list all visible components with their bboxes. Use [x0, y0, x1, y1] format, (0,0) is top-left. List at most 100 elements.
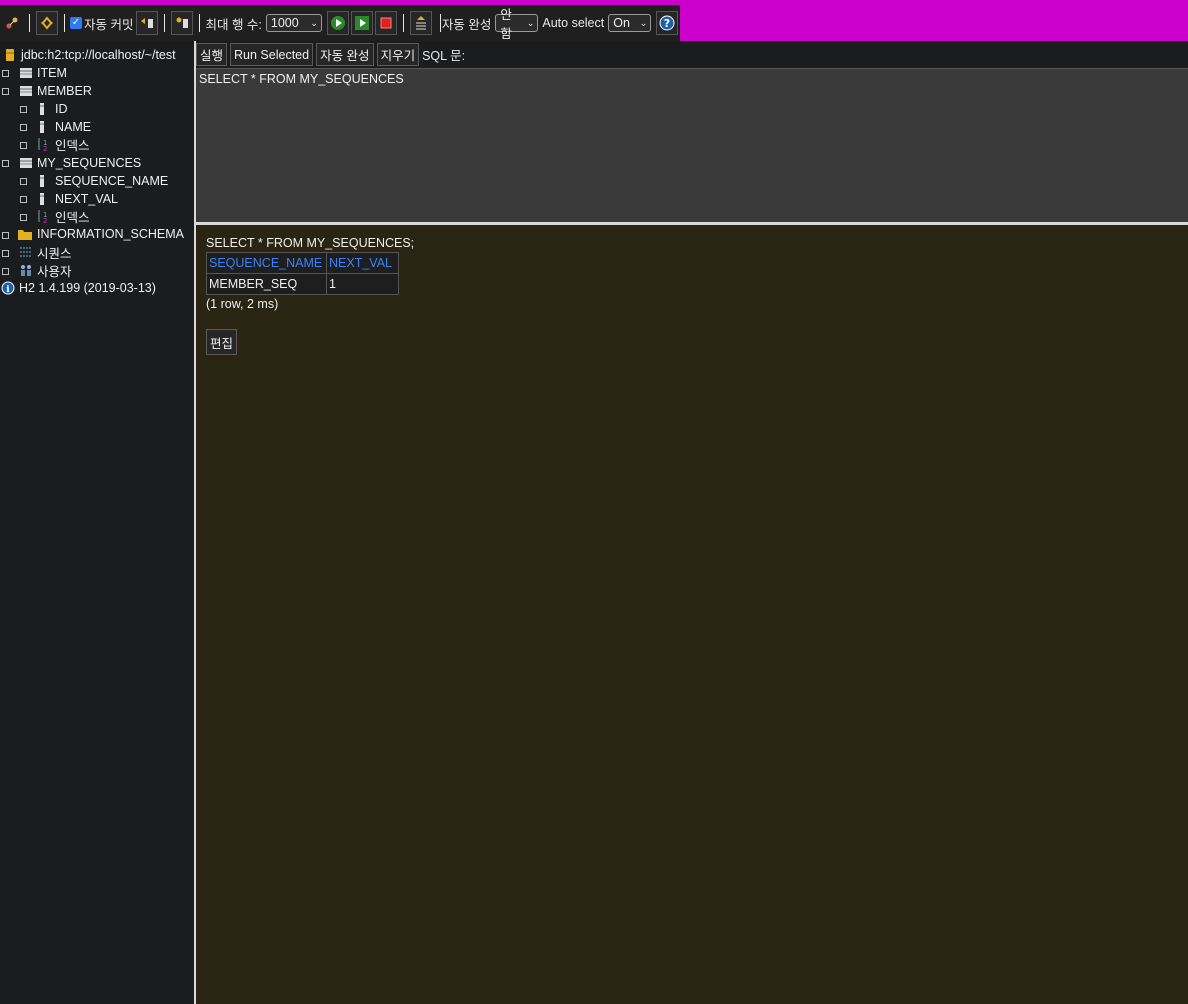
expand-toggle[interactable] [2, 268, 9, 275]
column-icon [37, 174, 51, 188]
result-table: SEQUENCE_NAME NEXT_VAL MEMBER_SEQ 1 [206, 252, 399, 295]
tree-item-sequences[interactable]: 시퀀스 [19, 243, 72, 261]
tree-connection[interactable]: jdbc:h2:tcp://localhost/~/test [3, 46, 176, 64]
table-row: MEMBER_SEQ 1 [206, 273, 399, 295]
autocommit-label: 자동 커밋 [84, 17, 134, 32]
svg-text:2: 2 [43, 217, 47, 223]
stop-icon[interactable] [374, 11, 397, 35]
table-icon [19, 156, 33, 170]
expand-toggle[interactable] [2, 70, 9, 77]
run-icon[interactable] [326, 11, 349, 35]
chevron-down-icon: ⌄ [310, 17, 318, 28]
max-rows-select[interactable]: 1000 ⌄ [265, 14, 322, 32]
table-icon [19, 66, 33, 80]
toolbar-separator [29, 14, 30, 32]
clear-button[interactable]: 지우기 [376, 43, 420, 66]
tree-item-users[interactable]: 사용자 [19, 261, 72, 279]
tree-item-index[interactable]: 12 인덱스 [37, 207, 90, 225]
run-selected-button[interactable]: Run Selected [230, 43, 314, 66]
tree-item-information-schema[interactable]: INFORMATION_SCHEMA [17, 225, 184, 243]
version-info: i H2 1.4.199 (2019-03-13) [1, 279, 156, 297]
table-cell: 1 [326, 273, 399, 295]
checkbox-checked-icon[interactable]: ✓ [70, 17, 82, 29]
tree-item-column-id[interactable]: ID [37, 100, 68, 118]
result-query: SELECT * FROM MY_SEQUENCES; [206, 236, 415, 250]
tree-item-column-sequence-name[interactable]: SEQUENCE_NAME [37, 172, 168, 190]
folder-icon [17, 227, 33, 241]
tree-item-label: MY_SEQUENCES [37, 156, 142, 170]
toolbar-inner: ✓ 자동 커밋 최대 행 수: 1000 ⌄ 자동 완성 안함 ⌄ Auto s… [0, 5, 680, 41]
expand-toggle[interactable] [2, 232, 9, 239]
tree-item-label: 시퀀스 [37, 246, 72, 261]
run-selected-icon[interactable] [350, 11, 373, 35]
tree-item-label: MEMBER [37, 84, 92, 98]
autocommit-checkbox[interactable]: ✓ 자동 커밋 [70, 14, 133, 33]
expand-toggle[interactable] [20, 106, 27, 113]
sql-editor[interactable]: SELECT * FROM MY_SEQUENCES [196, 68, 1188, 222]
autocomplete-select[interactable]: 안함 ⌄ [495, 8, 539, 41]
sql-text[interactable]: SELECT * FROM MY_SEQUENCES [199, 72, 404, 86]
autocomplete-button[interactable]: 자동 완성 [316, 43, 374, 66]
sequence-icon [19, 245, 33, 259]
toolbar-separator [199, 14, 201, 32]
connection-label: jdbc:h2:tcp://localhost/~/test [21, 48, 176, 62]
run-button[interactable]: 실행 [196, 43, 228, 66]
svg-text:i: i [6, 285, 10, 295]
tree-item-item[interactable]: ITEM [19, 64, 67, 82]
toolbar-separator [402, 14, 404, 32]
toolbar-separator [439, 14, 441, 32]
tree-item-column-name[interactable]: NAME [37, 118, 91, 136]
users-icon [19, 263, 33, 277]
chevron-down-icon: ⌄ [639, 17, 648, 28]
autocomplete-label: 자동 완성 [441, 17, 492, 32]
table-cell: MEMBER_SEQ [206, 273, 327, 295]
tree-item-my-sequences[interactable]: MY_SEQUENCES [19, 154, 141, 172]
autoselect-value: On [613, 16, 630, 30]
expand-toggle[interactable] [20, 178, 27, 185]
refresh-icon[interactable] [36, 11, 58, 35]
max-rows-label: 최대 행 수: [205, 17, 262, 32]
tree-item-member[interactable]: MEMBER [19, 82, 92, 100]
column-header[interactable]: NEXT_VAL [326, 252, 399, 274]
column-icon [37, 120, 51, 134]
autoselect-label: Auto select [542, 16, 605, 30]
tree-item-column-next-val[interactable]: NEXT_VAL [37, 190, 118, 208]
tree-item-label: NEXT_VAL [55, 192, 118, 206]
index-icon: 12 [37, 137, 51, 153]
expand-toggle[interactable] [2, 160, 9, 167]
history-icon[interactable] [409, 11, 432, 35]
expand-toggle[interactable] [2, 250, 9, 257]
autoselect-select[interactable]: On ⌄ [608, 14, 652, 32]
tree-item-label: 인덱스 [55, 138, 90, 153]
tree-item-index[interactable]: 12 인덱스 [37, 135, 90, 153]
expand-toggle[interactable] [20, 196, 27, 203]
column-icon [37, 192, 51, 206]
tree-item-label: ID [55, 102, 68, 116]
expand-toggle[interactable] [20, 142, 27, 149]
tree-item-label: ITEM [37, 66, 67, 80]
column-header[interactable]: SEQUENCE_NAME [206, 252, 327, 274]
toolbar-separator [64, 14, 65, 32]
toolbar-separator [164, 14, 166, 32]
results-panel: SELECT * FROM MY_SEQUENCES; SEQUENCE_NAM… [196, 225, 1188, 1004]
expand-toggle[interactable] [20, 124, 27, 131]
edit-button[interactable]: 편집 [206, 329, 238, 355]
disconnect-icon[interactable] [1, 11, 23, 35]
table-header-row: SEQUENCE_NAME NEXT_VAL [206, 252, 399, 274]
help-icon[interactable]: ? [656, 11, 679, 35]
expand-toggle[interactable] [20, 214, 27, 221]
sql-statement-label: SQL 문: [422, 49, 466, 63]
commit-icon[interactable] [171, 11, 194, 35]
expand-toggle[interactable] [2, 88, 9, 95]
svg-text:?: ? [664, 17, 670, 30]
tree-item-label: INFORMATION_SCHEMA [37, 227, 184, 241]
sidebar-tree: jdbc:h2:tcp://localhost/~/test ITEM MEMB… [0, 41, 194, 1004]
query-button-bar: 실행 Run Selected 자동 완성 지우기 SQL 문: [196, 41, 1188, 68]
rollback-icon[interactable] [136, 11, 159, 35]
index-icon: 12 [37, 209, 51, 225]
chevron-down-icon: ⌄ [526, 17, 535, 28]
tree-item-label: NAME [55, 120, 92, 134]
toolbar: ✓ 자동 커밋 최대 행 수: 1000 ⌄ 자동 완성 안함 ⌄ Auto s… [0, 0, 1188, 41]
database-icon [3, 48, 17, 62]
column-icon [37, 102, 51, 116]
